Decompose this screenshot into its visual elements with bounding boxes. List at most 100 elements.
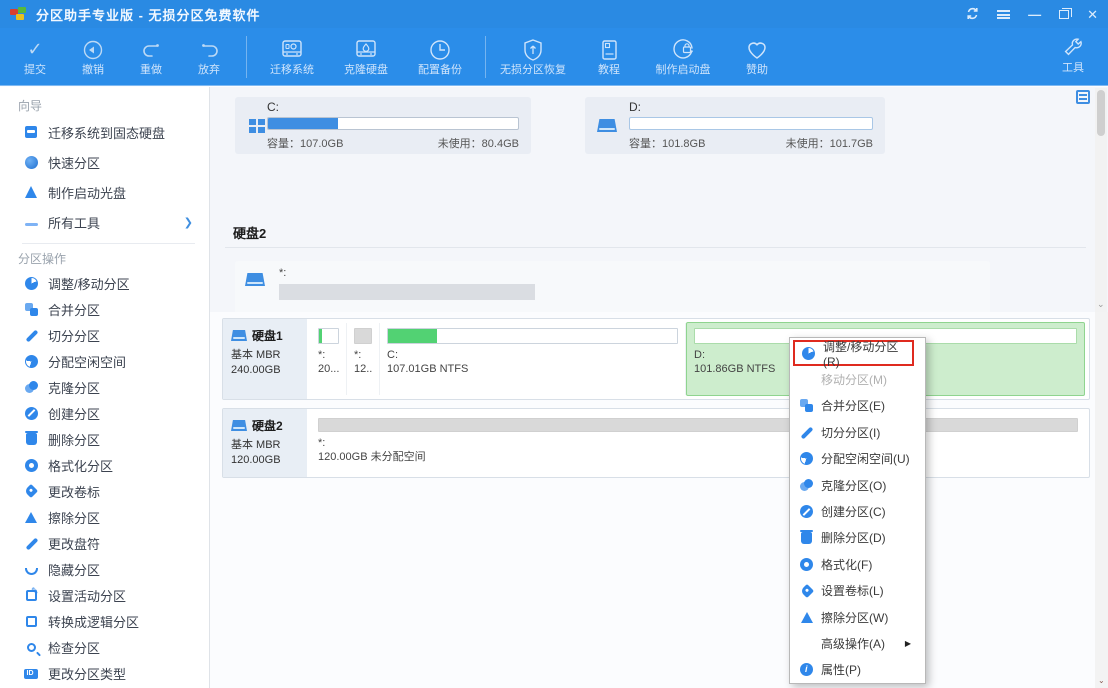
scroll-down-icon[interactable]: ⌄ xyxy=(1097,299,1105,310)
partition-label: C: xyxy=(387,348,678,362)
sidebar-item-label: 克隆分区 xyxy=(48,378,100,397)
tag-icon xyxy=(799,584,813,598)
sidebar-item-label: 创建分区 xyxy=(48,404,100,423)
menu-item-label: 创建分区(C) xyxy=(821,503,886,520)
context-menu: 调整/移动分区(R) 移动分区(M) 合并分区(E) 切分分区(I) xyxy=(789,337,926,684)
layout-toggle-icon[interactable] xyxy=(1076,90,1090,104)
partition-label: *: xyxy=(318,436,1078,450)
sidebar-item-label: 制作启动光盘 xyxy=(48,183,126,202)
context-menu-item[interactable]: 设置卷标(L) xyxy=(790,578,925,604)
sidebar-operation-item[interactable]: 更改卷标 xyxy=(18,478,195,504)
sidebar-item-label: 隐藏分区 xyxy=(48,560,100,579)
context-menu-item[interactable]: 创建分区(C) xyxy=(790,498,925,524)
disk2-info[interactable]: 硬盘2 基本 MBR 120.00GB xyxy=(223,409,307,477)
sidebar-operation-item[interactable]: 分配空闲空间 xyxy=(18,348,195,374)
restore-icon[interactable] xyxy=(1059,10,1069,19)
pie-icon xyxy=(802,347,815,360)
sidebar-operation-item[interactable]: 更改盘符 xyxy=(18,530,195,556)
context-menu-item[interactable]: 分配空闲空间(U) xyxy=(790,446,925,472)
sidebar-operation-item[interactable]: 检查分区 xyxy=(18,634,195,660)
context-menu-item[interactable]: 克隆分区(O) xyxy=(790,472,925,498)
menu-item-label: 设置卷标(L) xyxy=(821,582,884,599)
partition-size: 20... xyxy=(318,362,339,376)
redo-button[interactable]: 重做 xyxy=(122,36,180,78)
sidebar-wizard-item[interactable]: 所有工具 ❯ xyxy=(18,207,195,237)
disk-size: 120.00GB xyxy=(231,453,301,468)
triangle-icon xyxy=(25,512,37,523)
partition-block[interactable]: *: 20... xyxy=(311,323,347,395)
sidebar-operation-item[interactable]: 转换成逻辑分区 xyxy=(18,608,195,634)
donate-button[interactable]: 赞助 xyxy=(720,36,794,78)
discard-button[interactable]: 放弃 xyxy=(180,36,238,78)
context-menu-item[interactable]: 擦除分区(W) xyxy=(790,604,925,630)
config-backup-button[interactable]: 配置备份 xyxy=(403,36,477,78)
pencil-icon xyxy=(25,329,38,342)
book-icon xyxy=(597,38,621,62)
unallocated-bar xyxy=(279,284,535,300)
partition-recovery-button[interactable]: 无损分区恢复 xyxy=(494,36,572,78)
overview-scrollbar[interactable]: ⌄ xyxy=(1095,88,1107,312)
sidebar-wizard-item[interactable]: 快速分区 xyxy=(18,147,195,177)
tools-button[interactable]: 工具 xyxy=(1044,34,1102,76)
sidebar-wizard-item[interactable]: 制作启动光盘 xyxy=(18,177,195,207)
context-menu-item[interactable]: 合并分区(E) xyxy=(790,393,925,419)
close-icon[interactable]: ✕ xyxy=(1087,8,1098,21)
sidebar-operation-item[interactable]: 合并分区 xyxy=(18,296,195,322)
context-menu-item[interactable]: 调整/移动分区(R) xyxy=(793,340,914,366)
sidebar-operation-item[interactable]: 格式化分区 xyxy=(18,452,195,478)
partition-size: 107.01GB NTFS xyxy=(387,362,678,376)
scroll-down-icon[interactable]: ⌄ xyxy=(1098,676,1105,685)
merge-icon xyxy=(800,399,813,412)
menu-item-label: 擦除分区(W) xyxy=(821,609,888,626)
partition-block[interactable]: *: 12... xyxy=(347,323,380,395)
sidebar-operation-item[interactable]: 调整/移动分区 xyxy=(18,270,195,296)
clone-disk-button[interactable]: 克隆硬盘 xyxy=(329,36,403,78)
volume-card-c[interactable]: C: 容量：107.0GB 未使用：80.4GB xyxy=(235,97,531,154)
sidebar-wizard-item[interactable]: 迁移系统到固态硬盘 xyxy=(18,117,195,147)
sidebar-item-label: 迁移系统到固态硬盘 xyxy=(48,123,165,142)
sidebar-operation-item[interactable]: 擦除分区 xyxy=(18,504,195,530)
pie2-icon xyxy=(25,355,38,368)
pie2-icon xyxy=(800,452,813,465)
free-label: 未使用：80.4GB xyxy=(438,135,519,151)
chevron-right-icon: ❯ xyxy=(184,216,193,229)
tutorial-button[interactable]: 教程 xyxy=(572,36,646,78)
clone-icon xyxy=(800,479,813,492)
menu-icon[interactable] xyxy=(997,10,1010,19)
context-menu-item[interactable]: 切分分区(I) xyxy=(790,419,925,445)
disk2-overview-card[interactable]: *: xyxy=(235,261,990,312)
sidebar-operation-item[interactable]: 隐藏分区 xyxy=(18,556,195,582)
scrollbar-thumb[interactable] xyxy=(1097,90,1105,136)
volume-card-d[interactable]: D: 容量：101.8GB 未使用：101.7GB xyxy=(585,97,885,154)
capacity-label: 容量：101.8GB xyxy=(629,135,705,151)
context-menu-item[interactable]: 删除分区(D) xyxy=(790,525,925,551)
sidebar-operation-item[interactable]: 设置活动分区 xyxy=(18,582,195,608)
triangle-icon xyxy=(801,612,813,623)
partition-block-c[interactable]: C: 107.01GB NTFS xyxy=(380,323,686,395)
commit-button[interactable]: ✓ 提交 xyxy=(6,36,64,78)
migrate-os-button[interactable]: 迁移系统 xyxy=(255,36,329,78)
sidebar-operation-item[interactable]: 更改分区类型 xyxy=(18,660,195,686)
sidebar-item-label: 所有工具 xyxy=(48,213,100,232)
hdd-clone-icon xyxy=(353,38,379,62)
refresh-icon[interactable] xyxy=(966,7,979,22)
partition-block-unallocated[interactable]: *: 120.00GB 未分配空间 xyxy=(311,413,1085,473)
context-menu-item[interactable]: 高级操作(A) ▶ xyxy=(790,630,925,656)
delete-icon xyxy=(26,433,37,445)
sidebar-operation-item[interactable]: 切分分区 xyxy=(18,322,195,348)
boot-disk-button[interactable]: 制作启动盘 xyxy=(646,36,720,78)
clone-icon xyxy=(25,381,38,394)
sidebar-operation-item[interactable]: 删除分区 xyxy=(18,426,195,452)
sidebar-item-label: 擦除分区 xyxy=(48,508,100,527)
menu-item-label: 分配空闲空间(U) xyxy=(821,450,910,467)
delete-icon xyxy=(801,532,812,544)
sidebar-operation-item[interactable]: 克隆分区 xyxy=(18,374,195,400)
pencil-icon xyxy=(25,537,38,550)
context-menu-item[interactable]: 属性(P) xyxy=(790,657,925,683)
disk1-info[interactable]: 硬盘1 基本 MBR 240.00GB xyxy=(223,319,307,399)
context-menu-item[interactable]: 格式化(F) xyxy=(790,551,925,577)
undo-button[interactable]: 撤销 xyxy=(64,36,122,78)
minimize-icon[interactable]: — xyxy=(1028,8,1041,21)
context-menu-item[interactable]: 移动分区(M) xyxy=(790,366,925,392)
sidebar-operation-item[interactable]: 创建分区 xyxy=(18,400,195,426)
